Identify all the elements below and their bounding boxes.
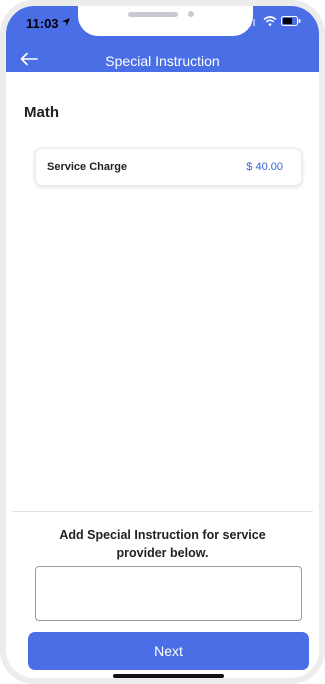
category-title: Math — [24, 104, 59, 121]
service-price: $ 40.00 — [246, 161, 283, 173]
next-button[interactable]: Next — [28, 632, 309, 670]
instruction-prompt: Add Special Instruction for service prov… — [59, 528, 266, 560]
screen: 11:03 Special Instruction Math Service C… — [6, 6, 319, 678]
app-header: 11:03 Special Instruction — [6, 6, 319, 72]
page-title: Special Instruction — [105, 53, 220, 69]
wifi-icon — [263, 16, 277, 26]
signal-icon — [245, 19, 255, 26]
service-label: Service Charge — [47, 161, 128, 173]
home-indicator — [113, 674, 224, 678]
notch-camera — [188, 11, 194, 17]
divider — [12, 511, 313, 512]
special-instruction-input[interactable] — [35, 566, 302, 621]
phone-frame: 11:03 Special Instruction Math Service C… — [0, 0, 325, 684]
notch — [78, 6, 253, 36]
notch-speaker — [128, 12, 178, 17]
status-icons — [245, 16, 301, 26]
status-time: 11:03 — [26, 16, 59, 31]
location-arrow-icon — [62, 18, 70, 26]
battery-icon — [281, 16, 301, 26]
service-charge-card: Service Charge $ 40.00 — [35, 148, 302, 186]
